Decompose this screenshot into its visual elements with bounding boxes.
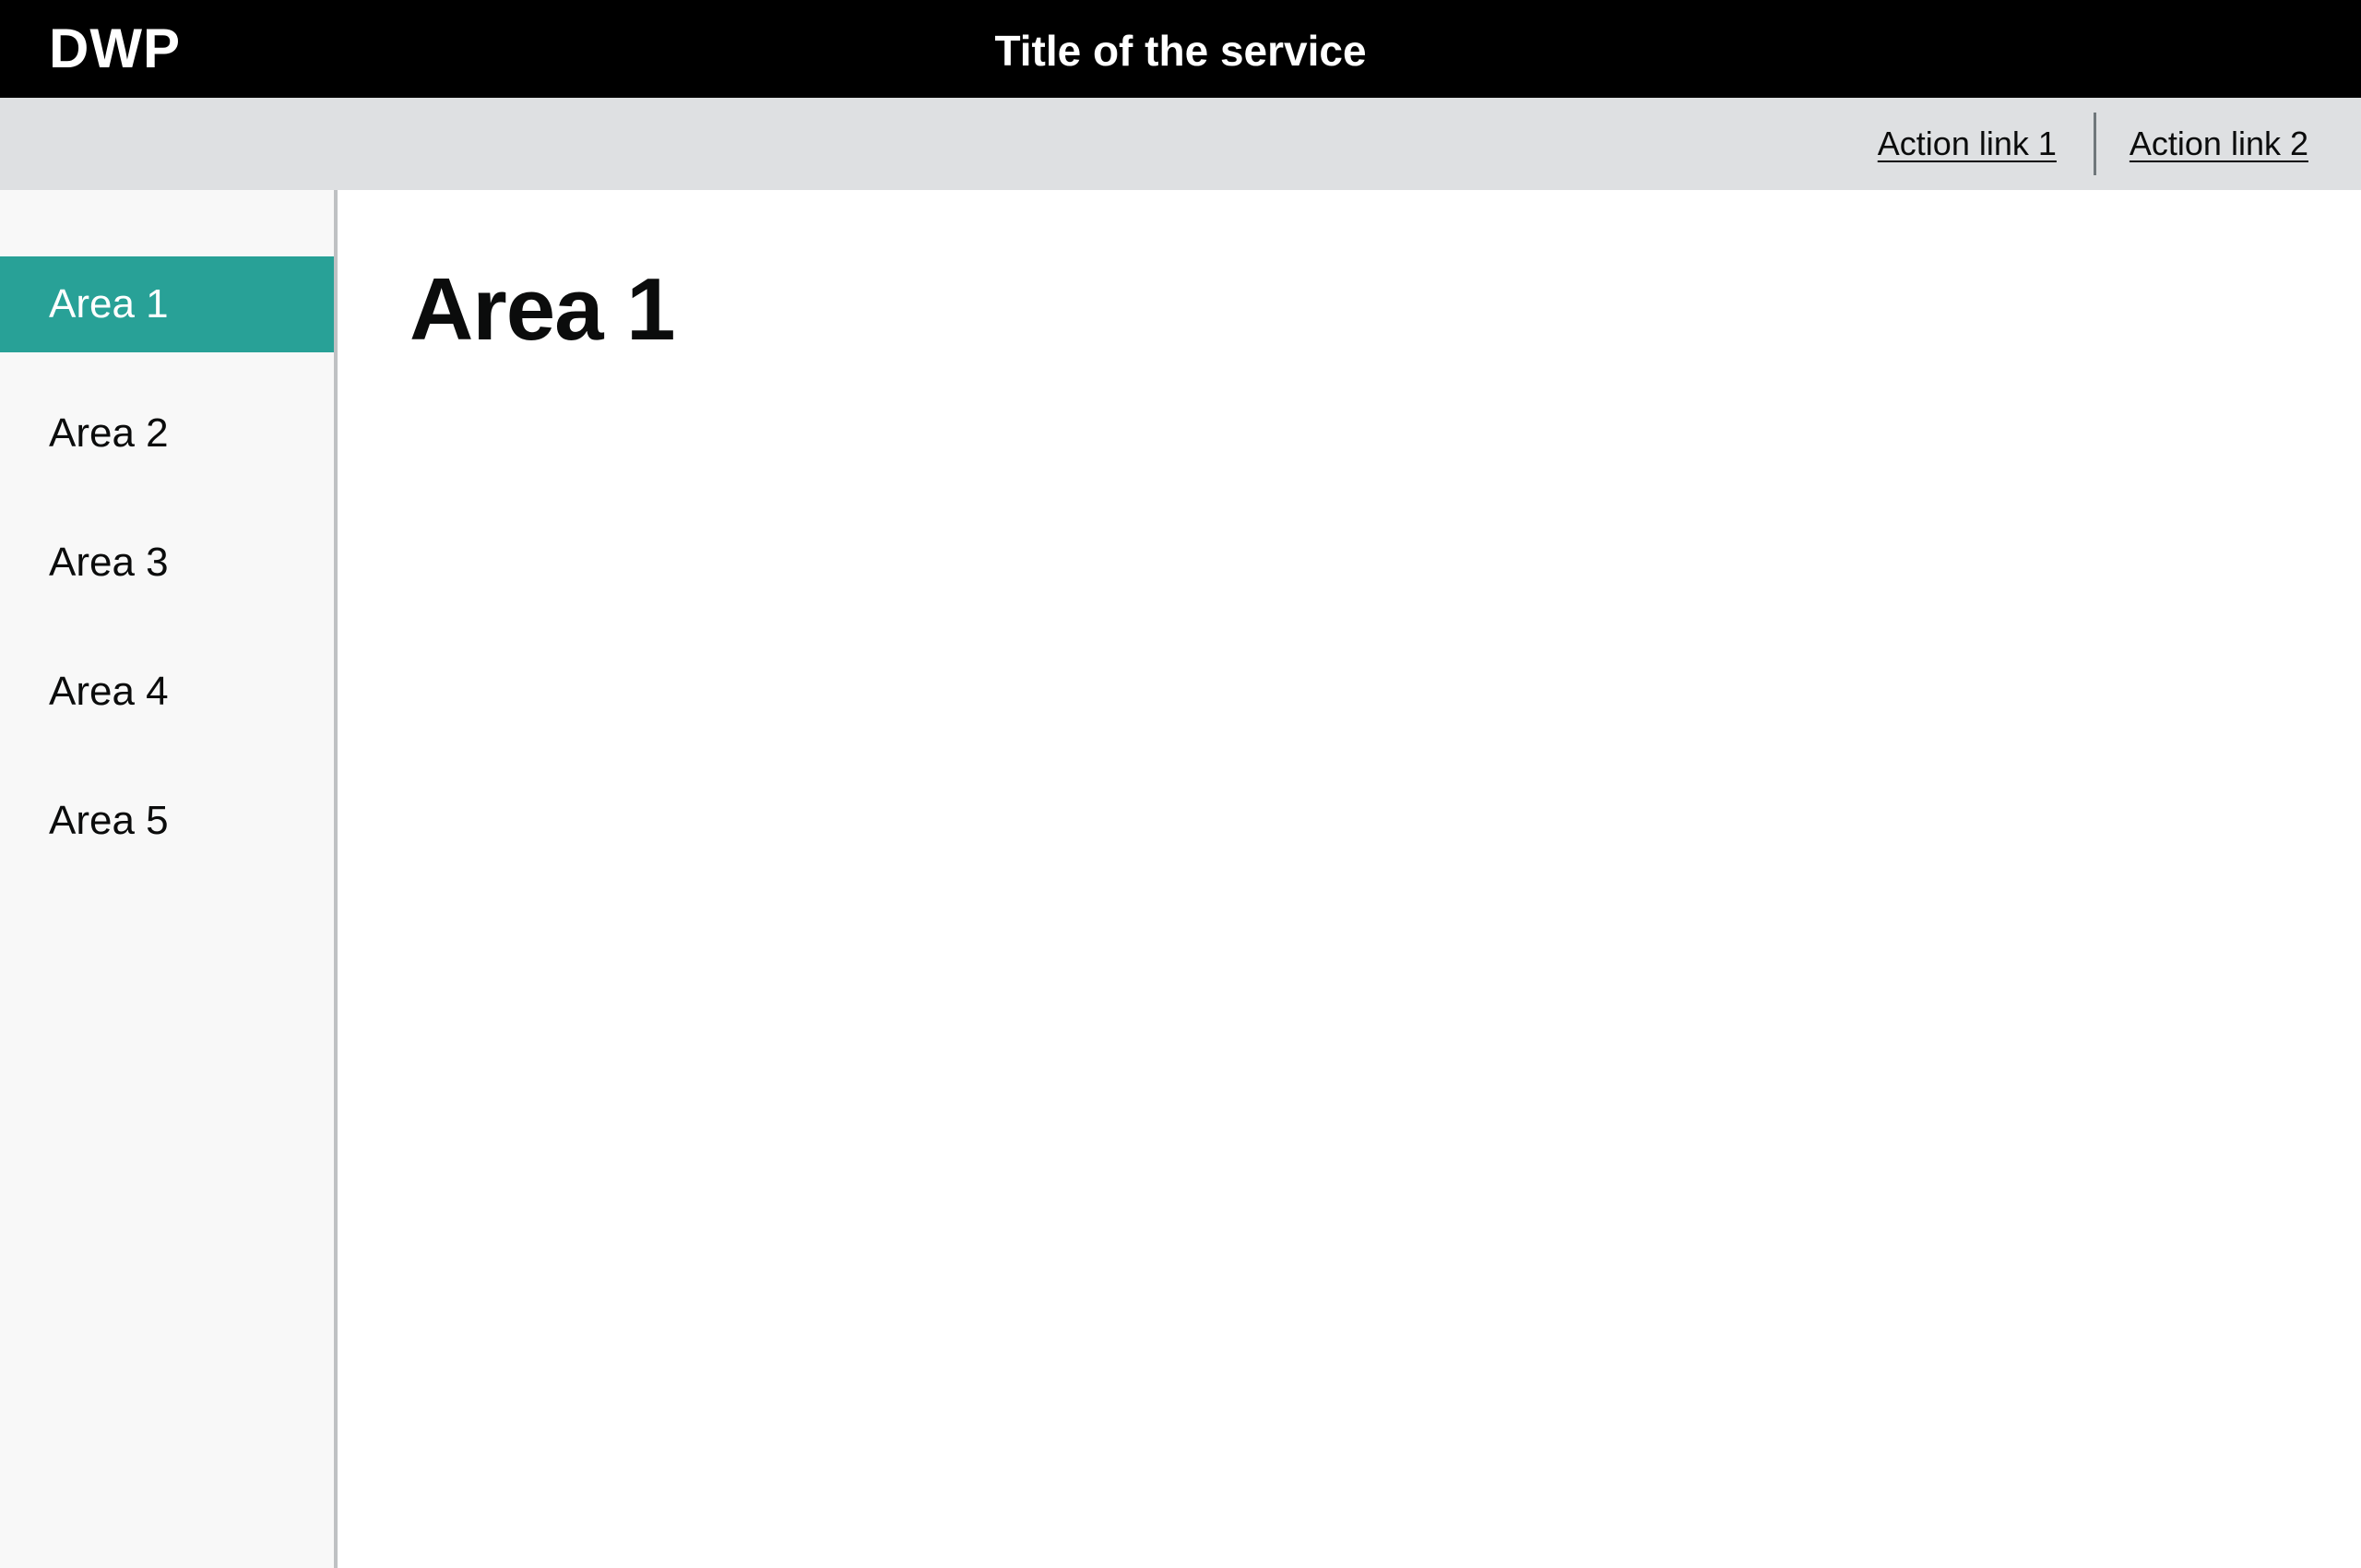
action-bar: Action link 1 Action link 2 — [0, 98, 2361, 190]
action-links: Action link 1 Action link 2 — [1878, 98, 2308, 190]
sidebar-item-area-5[interactable]: Area 5 — [0, 773, 334, 869]
action-link-2[interactable]: Action link 2 — [2130, 125, 2308, 163]
action-link-divider — [2093, 113, 2096, 175]
sidebar-navigation: Area 1 Area 2 Area 3 Area 4 Area 5 — [0, 190, 338, 1568]
main-content: Area 1 — [338, 190, 2361, 1568]
sidebar-nav-list: Area 1 Area 2 Area 3 Area 4 Area 5 — [0, 256, 334, 902]
sidebar-item-area-1[interactable]: Area 1 — [0, 256, 334, 352]
page-title: Area 1 — [409, 260, 676, 359]
sidebar-item-area-4[interactable]: Area 4 — [0, 644, 334, 740]
site-header: DWP Title of the service — [0, 0, 2361, 98]
action-link-1[interactable]: Action link 1 — [1878, 125, 2057, 163]
sidebar-item-area-3[interactable]: Area 3 — [0, 515, 334, 611]
sidebar-item-area-2[interactable]: Area 2 — [0, 386, 334, 481]
service-title[interactable]: Title of the service — [0, 0, 2361, 101]
